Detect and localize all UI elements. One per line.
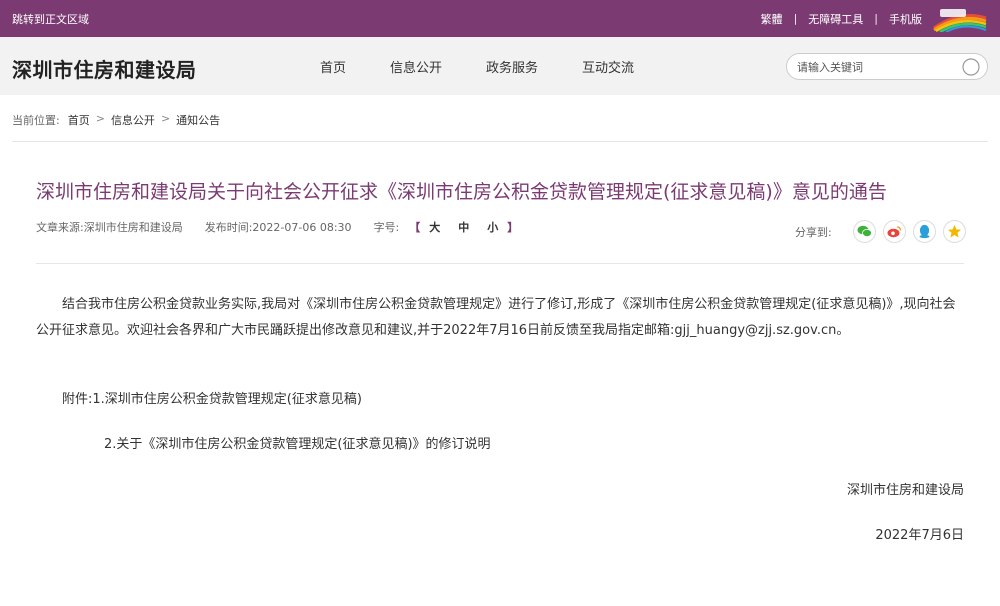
breadcrumb-home[interactable]: 首页 [68, 112, 90, 128]
breadcrumb-info-disclosure[interactable]: 信息公开 [111, 112, 155, 128]
breadcrumb-arrow: > [160, 112, 171, 125]
nav-item-home[interactable]: 首页 [320, 57, 346, 76]
article-paragraph: 结合我市住房公积金贷款业务实际,我局对《深圳市住房公积金贷款管理规定》进行了修订… [36, 297, 956, 338]
signature-date: 2022年7月6日 [875, 528, 964, 543]
article-body: 结合我市住房公积金贷款业务实际,我局对《深圳市住房公积金贷款管理规定》进行了修订… [36, 292, 964, 344]
top-bar: 跳转到正文区域 繁體 | 无障碍工具 | 手机版 [0, 0, 1000, 37]
qzone-icon[interactable] [942, 220, 966, 243]
share-label: 分享到: [795, 225, 832, 239]
breadcrumb-label: 当前位置: [12, 114, 60, 127]
nav-item-interaction[interactable]: 互动交流 [582, 57, 634, 76]
search-icon[interactable] [961, 57, 981, 77]
article-publish-time: 发布时间:2022-07-06 08:30 [204, 221, 352, 234]
weibo-icon[interactable] [882, 220, 906, 243]
breadcrumb-arrow: > [95, 112, 105, 125]
breadcrumb-notices[interactable]: 通知公告 [176, 112, 220, 128]
skip-to-content-link[interactable]: 跳转到正文区域 [12, 11, 89, 27]
font-size-small-button[interactable]: 小 [487, 219, 498, 235]
article-divider [36, 263, 964, 264]
article-title: 深圳市住房和建设局关于向社会公开征求《深圳市住房公积金贷款管理规定(征求意见稿)… [36, 181, 887, 203]
site-title[interactable]: 深圳市住房和建设局 [12, 54, 197, 83]
wechat-icon[interactable] [852, 220, 876, 243]
attachment-2-link[interactable]: 2.关于《深圳市住房公积金贷款管理规定(征求意见稿)》的修订说明 [104, 433, 491, 452]
font-size-controls: 字号: 【 大 中 小 】 [374, 219, 519, 235]
article-meta: 文章来源:深圳市住房和建设局 发布时间:2022-07-06 08:30 字号:… [36, 219, 518, 235]
breadcrumb: 当前位置: 首页 > 信息公开 > 通知公告 [12, 112, 220, 128]
attachment-1-link[interactable]: 附件:1.深圳市住房公积金贷款管理规定(征求意见稿) [62, 388, 362, 407]
article-source: 文章来源:深圳市住房和建设局 [36, 221, 183, 234]
signature-organization: 深圳市住房和建设局 [846, 483, 964, 498]
site-header: 深圳市住房和建设局 首页 信息公开 政务服务 互动交流 [0, 37, 1000, 95]
font-size-label: 字号: [373, 221, 400, 234]
rainbow-logo-icon[interactable] [932, 6, 988, 32]
font-size-medium-button[interactable]: 中 [458, 219, 469, 235]
search-box [786, 53, 988, 80]
main-nav: 首页 信息公开 政务服务 互动交流 [320, 37, 678, 95]
font-size-bracket-close: 】 [507, 221, 519, 234]
top-bar-links: 繁體 | 无障碍工具 | 手机版 [761, 0, 988, 37]
font-size-bracket-open: 【 [409, 221, 421, 234]
separator: | [874, 12, 878, 25]
font-size-large-button[interactable]: 大 [429, 219, 440, 235]
breadcrumb-divider [12, 141, 988, 142]
nav-item-info-disclosure[interactable]: 信息公开 [390, 57, 442, 76]
nav-item-government-services[interactable]: 政务服务 [486, 57, 538, 76]
mobile-version-link[interactable]: 手机版 [889, 11, 922, 27]
qq-icon[interactable] [912, 220, 936, 243]
traditional-chinese-link[interactable]: 繁體 [761, 11, 783, 27]
separator: | [793, 12, 798, 25]
accessibility-tools-link[interactable]: 无障碍工具 [808, 11, 863, 27]
search-input[interactable] [797, 59, 957, 75]
share-bar: 分享到: [795, 220, 966, 243]
